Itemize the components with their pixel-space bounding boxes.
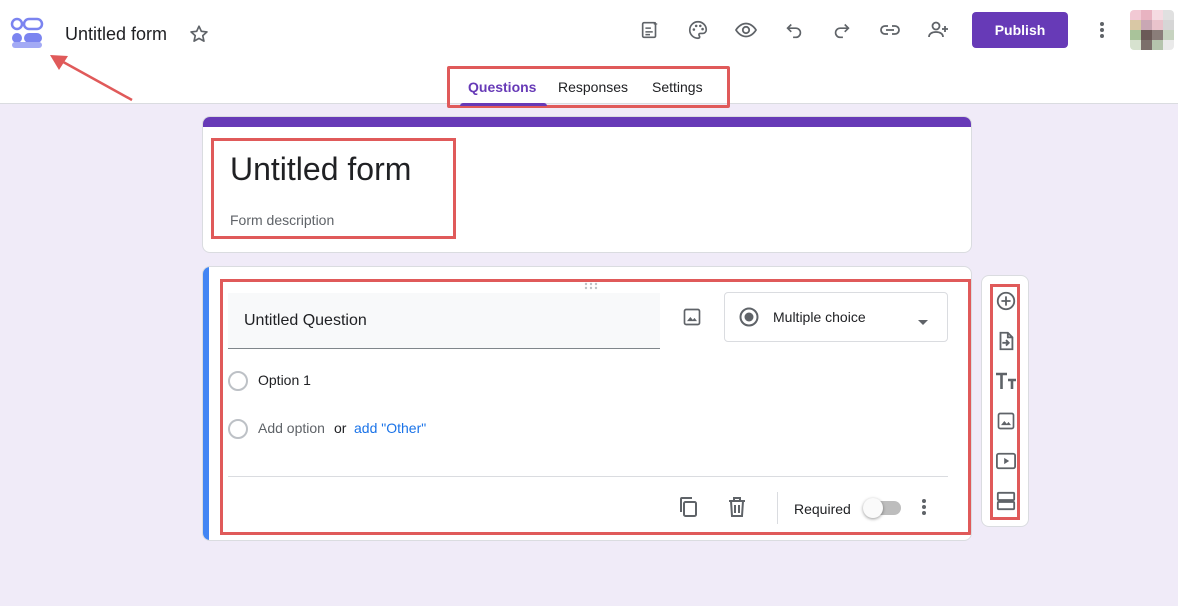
- option-radio-icon: [228, 371, 248, 391]
- required-toggle[interactable]: [863, 498, 901, 518]
- link-icon[interactable]: [878, 18, 902, 42]
- app-header: Untitled form Publish Questions Response…: [0, 0, 1178, 108]
- form-title-card: Untitled form Form description: [202, 116, 972, 253]
- dropdown-arrow-icon: [917, 314, 929, 325]
- toggle-knob: [863, 498, 883, 518]
- add-collaborator-icon[interactable]: [926, 18, 950, 42]
- avatar[interactable]: [1130, 10, 1174, 50]
- toolbar-highlight: [990, 284, 1020, 520]
- add-question-icon[interactable]: [994, 289, 1018, 313]
- import-questions-icon[interactable]: [994, 329, 1018, 353]
- card-footer-divider: [228, 476, 948, 477]
- more-vert-icon[interactable]: [1090, 18, 1114, 42]
- forms-logo-icon[interactable]: [8, 12, 48, 52]
- tab-bar: Questions Responses Settings: [447, 66, 730, 108]
- more-options-icon[interactable]: [912, 495, 936, 519]
- question-title-input[interactable]: [228, 293, 660, 349]
- add-option-radio-icon: [228, 419, 248, 439]
- floating-toolbar: [981, 275, 1029, 527]
- redo-icon[interactable]: [830, 18, 854, 42]
- footer-separator: [777, 492, 778, 524]
- title-highlight: Untitled form Form description: [211, 138, 456, 239]
- palette-icon[interactable]: [686, 18, 710, 42]
- tab-responses[interactable]: Responses: [558, 79, 628, 95]
- add-section-icon[interactable]: [994, 489, 1018, 513]
- required-label: Required: [794, 501, 851, 517]
- question-card: Multiple choice Option 1 Add option or a…: [202, 266, 972, 541]
- duplicate-icon[interactable]: [676, 495, 700, 519]
- add-video-icon[interactable]: [994, 449, 1018, 473]
- publish-button[interactable]: Publish: [972, 12, 1068, 48]
- tab-questions[interactable]: Questions: [468, 79, 536, 95]
- form-description-field[interactable]: Form description: [230, 212, 334, 228]
- undo-icon[interactable]: [782, 18, 806, 42]
- option-1-label[interactable]: Option 1: [258, 372, 311, 388]
- add-other-link[interactable]: add "Other": [354, 420, 426, 436]
- form-title[interactable]: Untitled form: [230, 151, 411, 188]
- delete-icon[interactable]: [725, 495, 749, 519]
- or-text: or: [334, 420, 347, 436]
- add-image-icon[interactable]: [994, 409, 1018, 433]
- active-card-indicator: [203, 267, 209, 540]
- title-card-accent: [203, 117, 971, 127]
- preview-eye-icon[interactable]: [734, 18, 758, 42]
- question-type-label: Multiple choice: [773, 309, 866, 325]
- active-tab-indicator: [460, 103, 547, 106]
- add-image-icon[interactable]: [680, 305, 704, 329]
- star-icon[interactable]: [188, 23, 210, 45]
- add-option-link[interactable]: Add option: [258, 420, 325, 436]
- tab-settings[interactable]: Settings: [652, 79, 703, 95]
- document-title[interactable]: Untitled form: [65, 22, 167, 46]
- radio-button-checked-icon: [739, 307, 759, 327]
- question-type-dropdown[interactable]: Multiple choice: [724, 292, 948, 342]
- customize-icon[interactable]: [638, 18, 662, 42]
- add-title-icon[interactable]: [994, 369, 1018, 393]
